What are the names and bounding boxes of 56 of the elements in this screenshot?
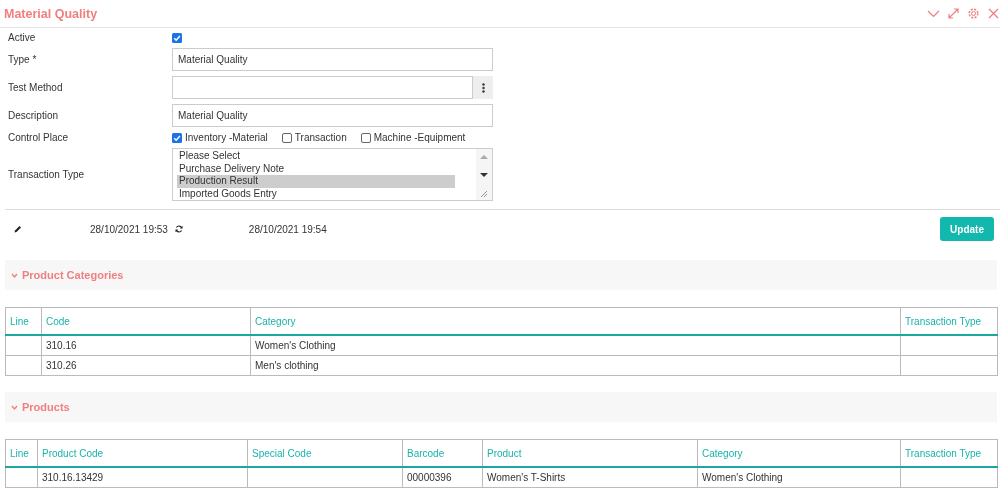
column-header[interactable]: Product Code: [37, 439, 248, 467]
table-cell: 00000396: [402, 467, 483, 488]
table-cell: 310.16: [41, 335, 251, 356]
column-header[interactable]: Special Code: [247, 439, 403, 467]
scroll-down-icon[interactable]: [480, 172, 488, 178]
checkbox[interactable]: [281, 132, 292, 143]
more-button[interactable]: [473, 76, 493, 99]
field-label: Control Place: [8, 132, 70, 143]
section-header[interactable]: Product Categories: [5, 260, 997, 290]
checkbox[interactable]: [172, 32, 182, 43]
created-date: 28/10/2021 19:53: [90, 223, 168, 235]
field-label: Type *: [8, 54, 38, 65]
checkbox-label: Machine -Equipment: [373, 132, 466, 143]
column-header[interactable]: Product: [482, 439, 698, 467]
close-icon[interactable]: [987, 7, 1000, 20]
more-icon: [481, 82, 485, 93]
field-label: Active: [8, 32, 37, 43]
list-box[interactable]: Please Select Purchase Delivery Note Production Result Imported Goods Entry: [172, 148, 493, 201]
updated-date: 28/10/2021 19:54: [248, 223, 327, 235]
field-label: Test Method: [8, 82, 64, 93]
column-header[interactable]: Transaction Type: [900, 439, 998, 467]
column-header[interactable]: Line: [5, 307, 42, 335]
table-cell: 310.26: [41, 355, 251, 376]
list-option[interactable]: Please Select: [177, 150, 455, 163]
panel-title: Material Quality: [4, 6, 99, 21]
table-cell: Women's Clothing: [250, 335, 901, 356]
checkbox-label: Transaction: [294, 132, 347, 143]
table-cell: Women's T-Shirts: [482, 467, 698, 488]
settings-icon[interactable]: [967, 7, 980, 20]
update-button[interactable]: Update: [940, 217, 994, 241]
column-header[interactable]: Code: [41, 307, 251, 335]
list-option[interactable]: Imported Goods Entry: [177, 187, 455, 200]
table-cell: Women's Clothing: [697, 467, 901, 488]
table-cell: 310.16.13429: [37, 467, 248, 488]
pencil-icon[interactable]: [14, 225, 22, 233]
field-label: Description: [8, 110, 60, 121]
column-header[interactable]: Line: [5, 439, 38, 467]
table-cell: Men's clothing: [250, 355, 901, 376]
expand-icon[interactable]: [947, 7, 960, 20]
refresh-icon[interactable]: [174, 225, 183, 233]
text-field[interactable]: [172, 76, 473, 99]
text-field[interactable]: Material Quality: [172, 104, 493, 127]
checkbox-label: Inventory -Material: [185, 132, 268, 143]
section-header[interactable]: Products: [5, 392, 997, 422]
column-header[interactable]: Category: [697, 439, 901, 467]
resize-grip-icon[interactable]: [480, 190, 488, 198]
text-field[interactable]: Material Quality: [172, 48, 493, 71]
field-label: Transaction Type: [8, 169, 86, 180]
scrollbar[interactable]: [476, 149, 492, 200]
column-header[interactable]: Barcode: [402, 439, 483, 467]
list-option[interactable]: Purchase Delivery Note: [177, 162, 455, 175]
column-header[interactable]: Category: [250, 307, 901, 335]
list-option[interactable]: Production Result: [177, 175, 455, 188]
column-header[interactable]: Transaction Type: [900, 307, 998, 335]
checkbox[interactable]: [360, 132, 371, 143]
checkbox[interactable]: [172, 132, 182, 143]
